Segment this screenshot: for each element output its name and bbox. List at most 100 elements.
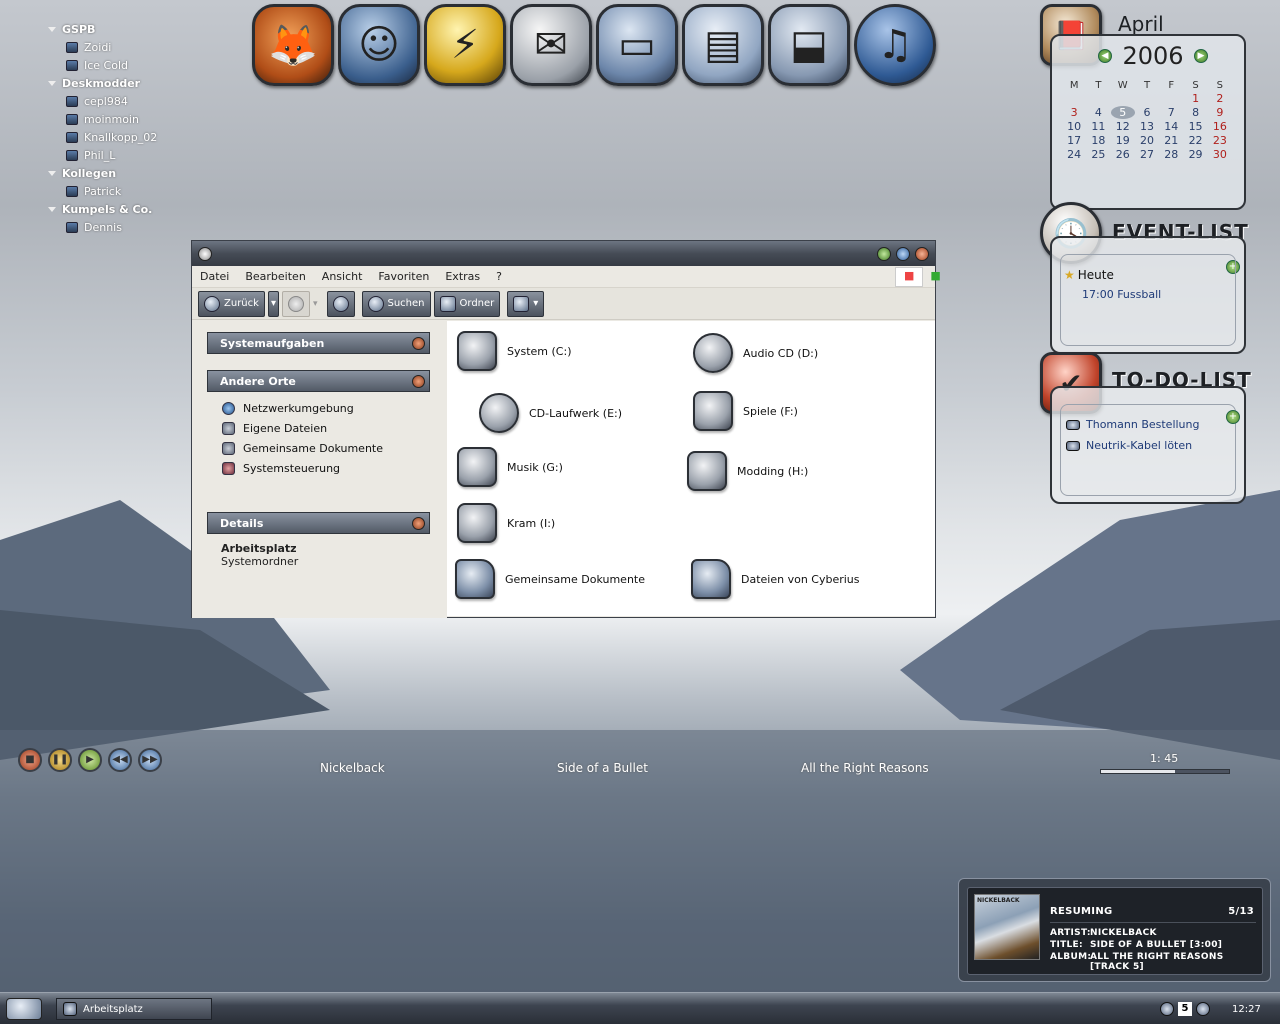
calendar-day[interactable]: 24 <box>1062 148 1086 161</box>
folder-item[interactable]: Dateien von Cyberius <box>691 559 860 599</box>
calendar-day[interactable]: 1 <box>1183 92 1207 105</box>
menu-extras[interactable]: Extras <box>437 270 488 283</box>
calendar-day[interactable]: 19 <box>1111 134 1135 147</box>
computer-icon[interactable]: ▭ <box>596 4 678 86</box>
stop-button[interactable]: ■ <box>18 748 42 772</box>
search-button[interactable]: Suchen <box>361 290 431 317</box>
next-year-arrow-icon[interactable]: ▶ <box>1193 49 1208 63</box>
todo-item[interactable]: Neutrik-Kabel löten <box>1066 439 1192 452</box>
collapse-icon[interactable] <box>412 374 425 388</box>
calendar-day[interactable]: 12 <box>1111 120 1135 133</box>
calendar-day[interactable]: 14 <box>1159 120 1183 133</box>
maximize-icon[interactable] <box>896 246 910 261</box>
calendar-day[interactable]: 22 <box>1183 134 1207 147</box>
menu-ansicht[interactable]: Ansicht <box>314 270 371 283</box>
menu-help[interactable]: ? <box>488 270 510 283</box>
prev-year-arrow-icon[interactable]: ◀ <box>1098 49 1112 63</box>
system-tasks-header[interactable]: Systemaufgaben <box>207 332 430 354</box>
window-titlebar[interactable] <box>192 241 935 266</box>
details-header[interactable]: Details <box>207 512 430 534</box>
drive-item[interactable]: Kram (I:) <box>457 503 555 543</box>
expand-arrow-icon[interactable] <box>48 26 56 32</box>
place-control-panel[interactable]: Systemsteuerung <box>192 458 447 478</box>
drive-item[interactable]: CD-Laufwerk (E:) <box>479 393 622 433</box>
calendar-day[interactable]: 18 <box>1086 134 1110 147</box>
views-button[interactable]: ▾ <box>507 290 545 317</box>
forward-button[interactable] <box>281 290 310 317</box>
calendar-day[interactable]: 10 <box>1062 120 1086 133</box>
expand-arrow-icon[interactable] <box>48 170 56 176</box>
calendar-day[interactable]: 13 <box>1135 120 1159 133</box>
contact-item[interactable]: moinmoin <box>48 110 157 128</box>
volume-icon[interactable] <box>1196 1002 1210 1016</box>
menu-bearbeiten[interactable]: Bearbeiten <box>237 270 313 283</box>
forward-dropdown-icon[interactable]: ▾ <box>313 299 318 309</box>
drive-item[interactable]: Modding (H:) <box>687 451 808 491</box>
calendar-day[interactable]: 4 <box>1086 106 1110 119</box>
player-progress-bar[interactable] <box>1100 769 1230 774</box>
close-icon[interactable] <box>915 246 929 261</box>
outbox-icon[interactable]: ⬓ <box>768 4 850 86</box>
group-header[interactable]: Kumpels & Co. <box>48 200 157 218</box>
next-button[interactable]: ▶▶ <box>138 748 162 772</box>
group-header[interactable]: Deskmodder <box>48 74 157 92</box>
firefox-icon[interactable]: 🦊 <box>252 4 334 86</box>
group-header[interactable]: Kollegen <box>48 164 157 182</box>
calendar-day[interactable]: 15 <box>1183 120 1207 133</box>
tray-calendar-icon[interactable]: 5 <box>1178 1002 1192 1016</box>
calendar-day[interactable]: 21 <box>1159 134 1183 147</box>
calendar-day[interactable]: 7 <box>1159 106 1183 119</box>
back-dropdown-button[interactable]: ▾ <box>267 290 279 317</box>
calendar-day[interactable]: 16 <box>1208 120 1232 133</box>
folders-button[interactable]: Ordner <box>433 290 501 317</box>
drive-item[interactable]: Spiele (F:) <box>693 391 798 431</box>
drive-item[interactable]: System (C:) <box>457 331 572 371</box>
calendar-day[interactable]: 3 <box>1062 106 1086 119</box>
collapse-icon[interactable] <box>412 336 425 350</box>
previous-button[interactable]: ◀◀ <box>108 748 132 772</box>
network-icon[interactable] <box>1160 1002 1174 1016</box>
calendar-day[interactable]: 11 <box>1086 120 1110 133</box>
messenger-icon[interactable]: ☺ <box>338 4 420 86</box>
calendar-day[interactable]: 2 <box>1208 92 1232 105</box>
menu-favoriten[interactable]: Favoriten <box>370 270 437 283</box>
folder-item[interactable]: Gemeinsame Dokumente <box>455 559 645 599</box>
expand-arrow-icon[interactable] <box>48 80 56 86</box>
contact-item[interactable]: Knallkopp_02 <box>48 128 157 146</box>
drive-item[interactable]: Musik (G:) <box>457 447 563 487</box>
folder-icon[interactable]: ▤ <box>682 4 764 86</box>
contact-item[interactable]: Dennis <box>48 218 157 236</box>
start-button[interactable] <box>6 998 42 1020</box>
group-header[interactable]: GSPB <box>48 20 157 38</box>
menu-datei[interactable]: Datei <box>192 270 237 283</box>
contact-item[interactable]: Zoidi <box>48 38 157 56</box>
calendar-day[interactable]: 30 <box>1208 148 1232 161</box>
play-button[interactable]: ▶ <box>78 748 102 772</box>
calendar-day[interactable]: 5 <box>1110 106 1135 119</box>
calendar-day[interactable]: 8 <box>1183 106 1207 119</box>
calendar-day[interactable]: 28 <box>1159 148 1183 161</box>
contact-item[interactable]: cepl984 <box>48 92 157 110</box>
place-my-documents[interactable]: Eigene Dateien <box>192 418 447 438</box>
contact-item[interactable]: Phil_L <box>48 146 157 164</box>
drive-item[interactable]: Audio CD (D:) <box>693 333 818 373</box>
place-shared-documents[interactable]: Gemeinsame Dokumente <box>192 438 447 458</box>
up-button[interactable] <box>326 290 355 317</box>
pause-button[interactable]: ❚❚ <box>48 748 72 772</box>
winamp-icon[interactable]: ⚡ <box>424 4 506 86</box>
place-network[interactable]: Netzwerkumgebung <box>192 398 447 418</box>
calendar-day[interactable]: 25 <box>1086 148 1110 161</box>
music-globe-icon[interactable]: ♫ <box>854 4 936 86</box>
contact-item[interactable]: Ice Cold <box>48 56 157 74</box>
other-places-header[interactable]: Andere Orte <box>207 370 430 392</box>
calendar-day[interactable]: 27 <box>1135 148 1159 161</box>
collapse-icon[interactable] <box>412 516 425 530</box>
calendar-day[interactable]: 26 <box>1111 148 1135 161</box>
calendar-day[interactable]: 6 <box>1135 106 1159 119</box>
calendar-day[interactable]: 23 <box>1208 134 1232 147</box>
minimize-icon[interactable] <box>877 246 891 261</box>
calendar-day[interactable]: 29 <box>1183 148 1207 161</box>
window-app-icon[interactable] <box>198 246 212 261</box>
clock[interactable]: 12:27 <box>1232 1004 1261 1015</box>
todo-item[interactable]: Thomann Bestellung <box>1066 418 1199 431</box>
